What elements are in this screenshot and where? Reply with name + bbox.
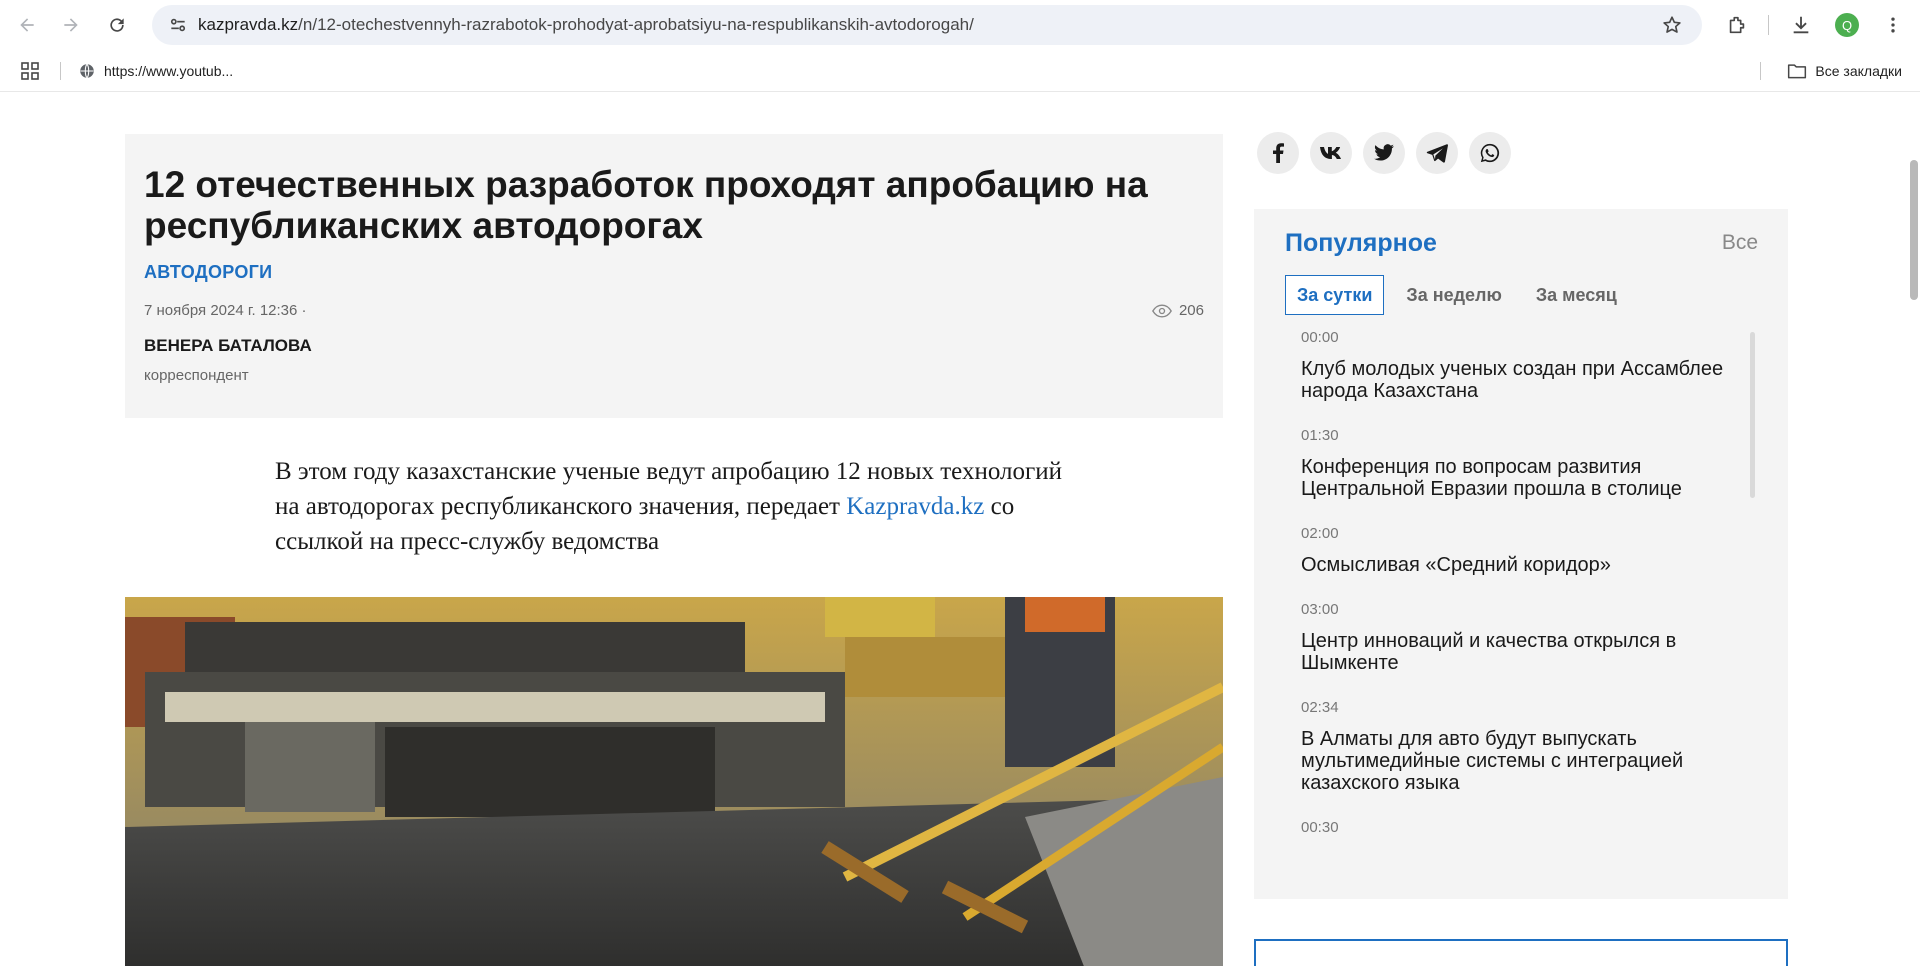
popular-widget: Популярное Все За сутки За неделю За мес… [1254, 209, 1788, 899]
globe-icon [80, 63, 94, 79]
views-count: 206 [1178, 302, 1204, 319]
scrollbar-thumb[interactable] [1910, 160, 1918, 300]
whatsapp-icon[interactable] [1469, 132, 1511, 174]
all-bookmarks-button[interactable]: Все закладки [1787, 58, 1902, 84]
sidebar-next-block [1254, 939, 1788, 966]
tab-month[interactable]: За месяц [1524, 275, 1629, 315]
item-time: 00:30 [1301, 819, 1339, 836]
item-time: 03:00 [1301, 601, 1339, 618]
bookmark-label: https://www.youtub... [104, 63, 234, 79]
article-category-link[interactable]: АВТОДОРОГИ [144, 262, 272, 283]
popular-all-link[interactable]: Все [1722, 231, 1758, 255]
telegram-icon[interactable] [1416, 132, 1458, 174]
download-icon[interactable] [1786, 10, 1816, 40]
lead-source-link[interactable]: Kazpravda.kz [846, 493, 984, 520]
toolbar-divider [1768, 15, 1769, 35]
item-headline[interactable]: Центр инноваций и качества открылся в Шы… [1301, 630, 1731, 674]
popular-scrollbar[interactable] [1750, 332, 1755, 498]
list-item[interactable]: 00:00 Клуб молодых ученых создан при Асс… [1301, 329, 1731, 402]
browser-toolbar: kazpravda.kz/n/12-otechestvennyh-razrabo… [0, 0, 1920, 50]
facebook-icon[interactable] [1257, 132, 1299, 174]
item-headline[interactable]: В Алматы для авто будут выпускать мульти… [1301, 728, 1731, 794]
author-role: корреспондент [144, 367, 249, 384]
article-lead: В этом году казахстанские ученые ведут а… [275, 454, 1075, 559]
url-path: /n/12-otechestvennyh-razrabotok-prohodya… [298, 15, 974, 34]
list-item[interactable]: 02:34 В Алматы для авто будут выпускать … [1301, 699, 1731, 794]
item-time: 02:34 [1301, 699, 1339, 716]
item-time: 02:00 [1301, 525, 1339, 542]
url-domain: kazpravda.kz [198, 15, 299, 34]
menu-icon[interactable] [1878, 10, 1908, 40]
reload-icon[interactable] [102, 10, 132, 40]
site-info-icon[interactable] [158, 5, 198, 45]
item-time: 00:00 [1301, 329, 1339, 346]
article-header: 12 отечественных разработок проходят апр… [125, 134, 1223, 418]
folder-icon [1788, 64, 1807, 79]
address-bar[interactable]: kazpravda.kz/n/12-otechestvennyh-razrabo… [152, 5, 1702, 45]
article-views: 206 [1152, 302, 1204, 319]
all-bookmarks-label: Все закладки [1815, 63, 1902, 79]
article-hero-image [125, 597, 1223, 966]
extensions-icon[interactable] [1722, 10, 1752, 40]
item-headline[interactable]: Конференция по вопросам развития Централ… [1301, 456, 1731, 500]
article-title: 12 отечественных разработок проходят апр… [144, 164, 1148, 246]
bookmark-youtube[interactable]: https://www.youtub... [78, 58, 233, 84]
forward-icon[interactable] [56, 10, 86, 40]
apps-grid-icon[interactable] [18, 59, 42, 83]
article-date: 7 ноября 2024 г. 12:36 · [144, 302, 307, 319]
twitter-icon[interactable] [1363, 132, 1405, 174]
eye-icon [1152, 303, 1172, 318]
list-item[interactable]: 02:00 Осмысливая «Средний коридор» [1301, 525, 1731, 576]
url-text[interactable]: kazpravda.kz/n/12-otechestvennyh-razrabo… [198, 15, 974, 35]
back-icon[interactable] [12, 10, 42, 40]
popular-title: Популярное [1285, 229, 1437, 257]
item-headline[interactable]: Клуб молодых ученых создан при Ассамблее… [1301, 358, 1731, 402]
article-author[interactable]: ВЕНЕРА БАТАЛОВА [144, 336, 312, 356]
bookmark-star-icon[interactable] [1660, 13, 1684, 37]
page-scrollbar[interactable] [1904, 92, 1920, 966]
bookmarks-bar: https://www.youtub... Все закладки [0, 50, 1920, 92]
tab-day[interactable]: За сутки [1285, 275, 1385, 315]
list-item[interactable]: 00:30 [1301, 819, 1731, 836]
popular-list: 00:00 Клуб молодых ученых создан при Асс… [1301, 329, 1731, 860]
item-time: 01:30 [1301, 427, 1339, 444]
tab-week[interactable]: За неделю [1394, 275, 1513, 315]
popular-tabs: За сутки За неделю За месяц [1285, 275, 1639, 315]
bookmarks-divider [60, 62, 61, 80]
item-headline[interactable]: Осмысливая «Средний коридор» [1301, 554, 1731, 576]
list-item[interactable]: 03:00 Центр инноваций и качества открылс… [1301, 601, 1731, 674]
list-item[interactable]: 01:30 Конференция по вопросам развития Ц… [1301, 427, 1731, 500]
profile-avatar[interactable]: Q [1835, 13, 1859, 37]
web-page: 12 отечественных разработок проходят апр… [0, 92, 1920, 966]
vk-icon[interactable] [1310, 132, 1352, 174]
bookmarks-divider-right [1760, 62, 1761, 80]
share-buttons [1257, 132, 1511, 174]
